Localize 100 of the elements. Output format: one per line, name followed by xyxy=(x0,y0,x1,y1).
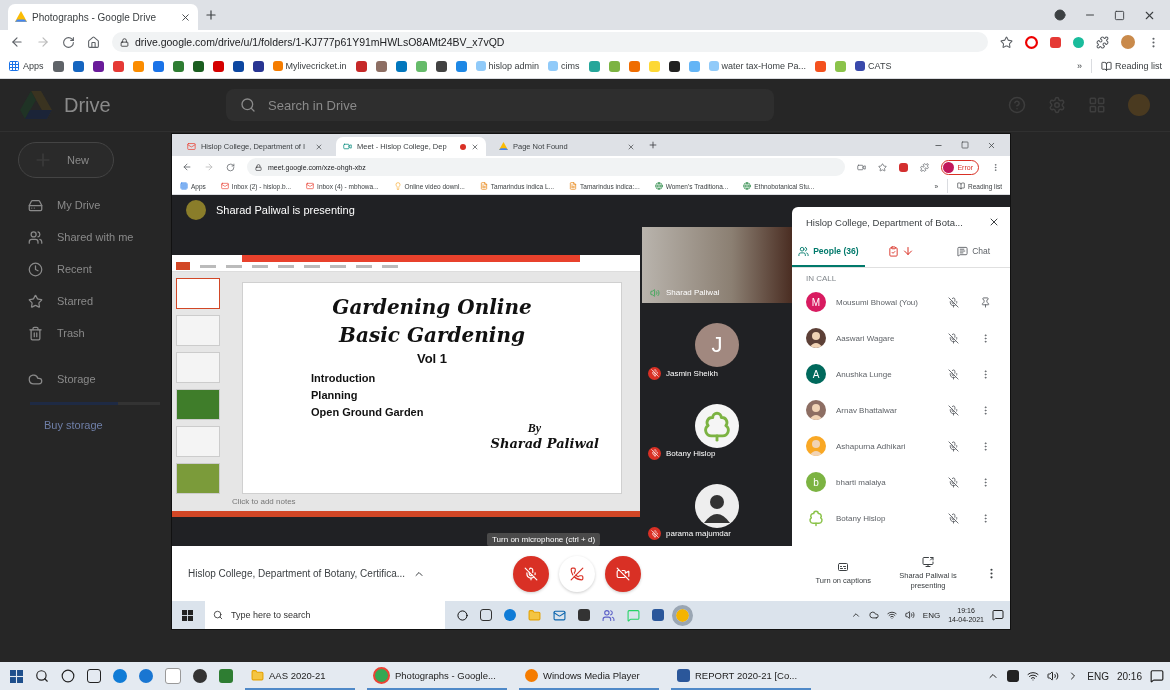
bookmark-link[interactable]: Mylivecricket.in xyxy=(272,61,347,71)
extension-icon[interactable] xyxy=(899,162,909,172)
taskbar-window-button[interactable]: AAS 2020-21 xyxy=(245,662,355,690)
teams-icon[interactable] xyxy=(602,608,615,622)
camera-icon[interactable] xyxy=(857,162,867,172)
chevron-up-icon[interactable] xyxy=(850,610,861,620)
language-indicator[interactable]: ENG xyxy=(922,610,941,620)
reload-icon[interactable] xyxy=(226,162,235,172)
microphone-button[interactable] xyxy=(513,555,550,592)
language-indicator[interactable]: ENG xyxy=(1087,670,1109,682)
browser-icon[interactable] xyxy=(504,609,516,621)
slide-thumbnail[interactable] xyxy=(176,388,220,420)
participant-row[interactable]: Botany Hislop xyxy=(792,500,1010,536)
nav-item[interactable]: Starred xyxy=(18,288,94,314)
new-tab-icon[interactable] xyxy=(204,8,218,22)
participant-row[interactable]: b bharti malaiya xyxy=(792,464,1010,500)
star-icon[interactable] xyxy=(1000,35,1013,49)
star-icon[interactable] xyxy=(878,162,888,172)
panel-tab[interactable]: People (36) xyxy=(792,237,865,267)
notes-placeholder[interactable]: Click to add notes xyxy=(232,496,296,506)
extension-icon[interactable] xyxy=(1073,36,1084,48)
cloud-icon[interactable] xyxy=(868,610,879,620)
bookmark-icon[interactable] xyxy=(435,60,447,72)
ribbon-tab[interactable] xyxy=(382,264,398,268)
cortana-icon[interactable] xyxy=(61,669,75,683)
document-app-icon[interactable] xyxy=(652,609,664,621)
ribbon-tab[interactable] xyxy=(200,264,216,268)
taskbar-search-field[interactable]: Type here to search xyxy=(205,601,445,629)
back-icon[interactable] xyxy=(182,162,192,172)
new-button[interactable]: New xyxy=(18,142,114,178)
participant-row[interactable]: Aaswari Wagare xyxy=(792,320,1010,356)
home-icon[interactable] xyxy=(87,35,100,49)
mail-icon[interactable] xyxy=(553,608,566,622)
extensions-icon[interactable] xyxy=(1096,35,1109,49)
bookmark-icon[interactable] xyxy=(92,60,104,72)
cortana-icon[interactable] xyxy=(457,609,468,621)
menu-icon[interactable] xyxy=(991,162,1000,172)
volume-icon[interactable] xyxy=(1047,670,1060,682)
maximize-icon[interactable] xyxy=(961,141,969,149)
panel-tab[interactable]: Chat xyxy=(937,237,1010,267)
close-icon[interactable] xyxy=(180,11,191,23)
browser-tab[interactable]: Photographs - Google Drive xyxy=(8,4,198,30)
clock-time[interactable]: 20:16 xyxy=(1116,670,1142,682)
extensions-icon[interactable] xyxy=(920,162,930,172)
profile-avatar[interactable] xyxy=(1121,35,1135,49)
task-view-icon[interactable] xyxy=(87,669,101,683)
task-view-icon[interactable] xyxy=(480,609,492,621)
back-icon[interactable] xyxy=(10,35,24,49)
buy-storage-link[interactable]: Buy storage xyxy=(18,419,103,431)
nav-item[interactable]: My Drive xyxy=(18,192,101,218)
pin-icon[interactable] xyxy=(979,296,991,308)
circle-icon[interactable] xyxy=(1054,9,1066,21)
taskbar-window-button[interactable]: REPORT 2020-21 [Co... xyxy=(671,662,811,690)
extension-icon[interactable] xyxy=(1050,36,1061,48)
ribbon-tab[interactable] xyxy=(304,264,320,268)
ribbon-tab[interactable] xyxy=(356,264,372,268)
slide-thumbnail[interactable] xyxy=(176,314,220,346)
slide-thumbnail[interactable] xyxy=(176,351,220,383)
bookmark-icon[interactable] xyxy=(668,60,680,72)
bookmark-icon[interactable] xyxy=(192,60,204,72)
slide-thumbnail[interactable] xyxy=(176,462,220,494)
slide-thumbnail[interactable] xyxy=(176,277,220,309)
maximize-icon[interactable] xyxy=(1114,9,1125,21)
ribbon-tab[interactable] xyxy=(226,264,242,268)
search-field[interactable]: Search in Drive xyxy=(226,89,774,121)
reload-icon[interactable] xyxy=(62,35,75,49)
storage-item[interactable]: Storage xyxy=(18,366,96,392)
wifi-icon[interactable] xyxy=(1027,670,1040,682)
ribbon-tab[interactable] xyxy=(330,264,346,268)
ribbon-tab[interactable] xyxy=(252,264,268,268)
hang-up-button[interactable] xyxy=(559,555,596,592)
nav-item[interactable]: Trash xyxy=(18,320,85,346)
browser-icon[interactable] xyxy=(113,669,127,683)
participant-row[interactable]: A Anushka Lunge xyxy=(792,356,1010,392)
new-tab-icon[interactable] xyxy=(648,140,658,150)
notifications-icon[interactable] xyxy=(992,609,1004,621)
notifications-icon[interactable] xyxy=(1150,669,1164,683)
participant-row[interactable]: Arnav Bhattalwar xyxy=(792,392,1010,428)
nav-item[interactable]: Shared with me xyxy=(18,224,134,250)
bookmark-link[interactable]: cims xyxy=(548,61,580,71)
participant-row[interactable]: Ashapurna Adhikari xyxy=(792,428,1010,464)
ribbon-tab[interactable] xyxy=(278,264,294,268)
bookmark-link[interactable]: water tax-Home Pa... xyxy=(708,61,807,71)
address-bar[interactable]: drive.google.com/drive/u/1/folders/1-KJ777p61Y91mHWLsO8AMt24BV_x7vQD xyxy=(112,32,988,52)
ring-icon[interactable] xyxy=(1025,35,1038,49)
wifi-icon[interactable] xyxy=(886,610,897,620)
search-icon[interactable] xyxy=(35,669,49,683)
app-icon[interactable] xyxy=(193,669,207,683)
bookmark-icon[interactable] xyxy=(232,60,244,72)
bookmarks-overflow[interactable]: » xyxy=(1076,61,1082,71)
participant-row[interactable]: M Mousumi Bhowal (You) xyxy=(792,284,1010,320)
nav-item[interactable]: Recent xyxy=(18,256,92,282)
bookmark-icon[interactable] xyxy=(252,60,264,72)
windows-start-icon[interactable] xyxy=(10,669,23,683)
camera-button[interactable] xyxy=(605,555,642,592)
taskbar-window-button[interactable]: Photographs - Google... xyxy=(367,662,507,690)
windows-start-icon[interactable] xyxy=(182,609,193,621)
bookmark-link[interactable]: CATS xyxy=(855,61,892,71)
close-icon[interactable] xyxy=(988,216,1000,228)
bookmark-link[interactable]: Apps xyxy=(8,60,44,72)
